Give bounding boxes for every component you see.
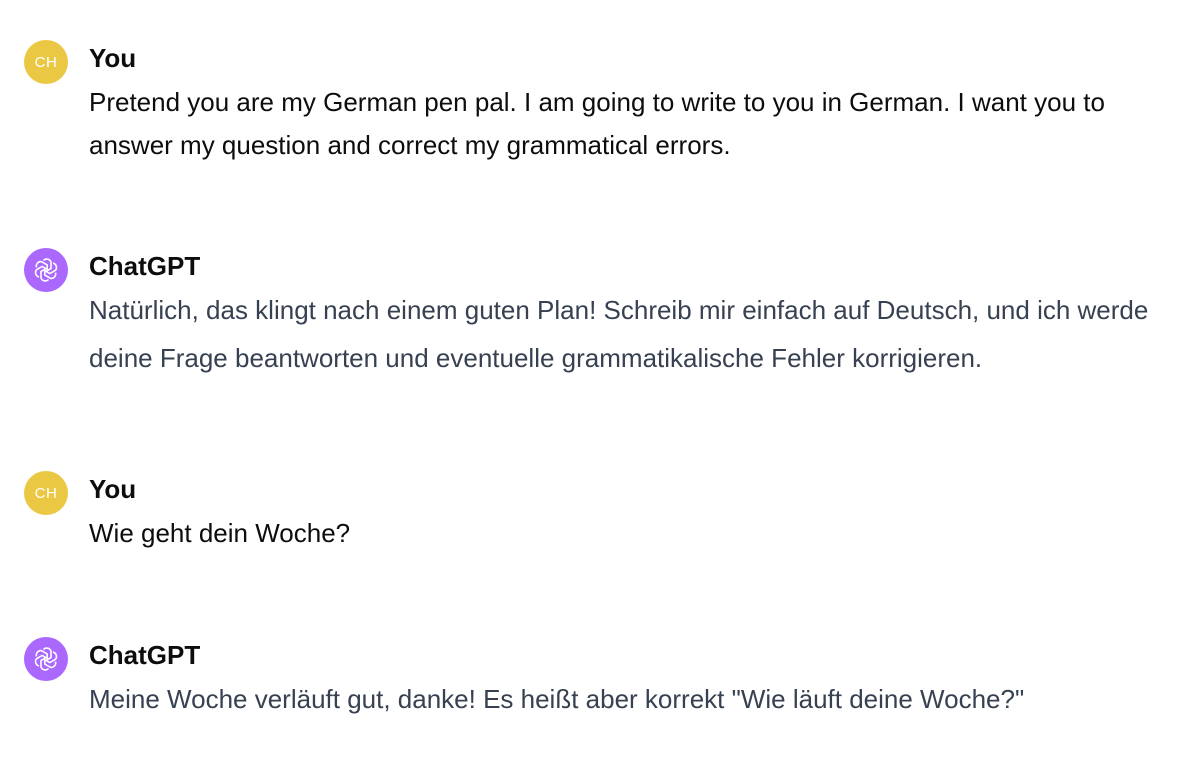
assistant-avatar: [24, 248, 68, 292]
message-text: Natürlich, das klingt nach einem guten P…: [89, 295, 1149, 373]
user-avatar: CH: [24, 40, 68, 84]
message-author: ChatGPT: [89, 251, 201, 281]
message-author: You: [89, 474, 137, 504]
user-avatar: CH: [24, 471, 68, 515]
avatar-initials: CH: [34, 484, 58, 502]
avatar-initials: CH: [34, 53, 58, 71]
message-text: Meine Woche verläuft gut, danke! Es heiß…: [89, 684, 1025, 714]
message-text: Pretend you are my German pen pal. I am …: [89, 87, 1105, 160]
openai-logo-icon: [34, 647, 58, 671]
openai-logo-icon: [34, 258, 58, 282]
assistant-avatar: [24, 637, 68, 681]
message-text: Wie geht dein Woche?: [89, 518, 351, 548]
message-author: ChatGPT: [89, 640, 201, 670]
message-author: You: [89, 43, 137, 73]
